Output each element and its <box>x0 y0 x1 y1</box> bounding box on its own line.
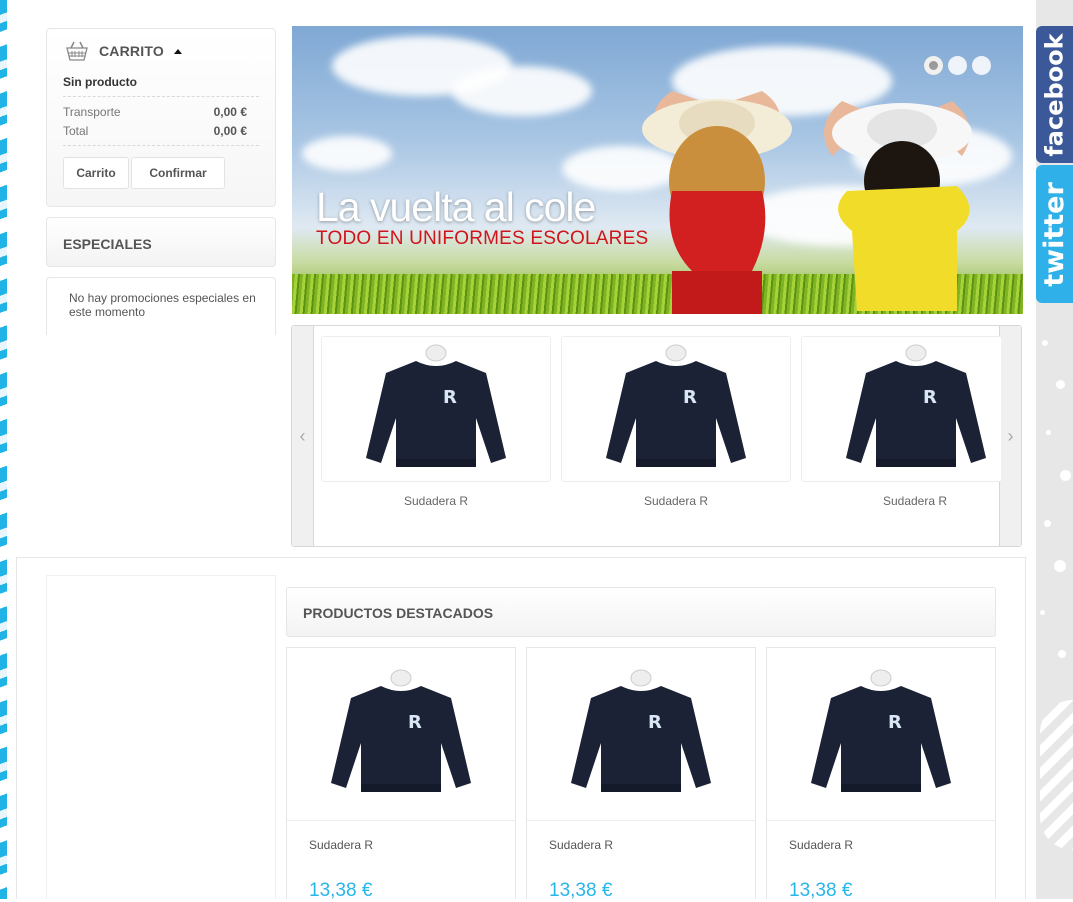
svg-text:R: R <box>408 712 422 733</box>
svg-text:R: R <box>888 712 902 733</box>
specials-body: No hay promociones especiales en este mo… <box>46 277 276 335</box>
twitter-label: twitter <box>1039 181 1071 287</box>
total-label: Total <box>63 124 89 138</box>
decorative-left-border <box>0 0 7 899</box>
shipping-value: 0,00 € <box>213 105 247 119</box>
product-name[interactable]: Sudadera R <box>549 838 613 852</box>
girl-red-shirt-image <box>642 91 792 314</box>
shipping-label: Transporte <box>63 105 121 119</box>
cart-total-row: Total 0,00 € <box>63 124 247 138</box>
carousel-item[interactable]: R Sudadera R <box>801 336 1001 508</box>
product-image[interactable]: R <box>801 336 1001 482</box>
divider <box>63 145 259 146</box>
cart-empty-text: Sin producto <box>63 75 137 89</box>
slider-pagination <box>924 56 991 75</box>
cart-title: CARRITO <box>99 43 164 59</box>
banner-subtitle: TODO EN UNIFORMES ESCOLARES <box>316 228 649 249</box>
carousel-item[interactable]: R Sudadera R <box>321 336 551 508</box>
product-name[interactable]: Sudadera R <box>561 494 791 508</box>
product-image[interactable]: R <box>287 648 515 821</box>
cart-shipping-row: Transporte 0,00 € <box>63 105 247 119</box>
featured-title: PRODUCTOS DESTACADOS <box>303 605 494 621</box>
svg-text:R: R <box>923 387 937 408</box>
chevron-right-icon: › <box>1007 425 1014 446</box>
cart-button[interactable]: Carrito <box>63 157 129 189</box>
sweatshirt-image: R <box>606 344 746 467</box>
banner-title: La vuelta al cole <box>316 184 596 230</box>
specials-header: ESPECIALES <box>46 217 276 267</box>
product-name[interactable]: Sudadera R <box>789 838 853 852</box>
product-image[interactable]: R <box>561 336 791 482</box>
product-carousel: ‹ › R Sudadera R R Sudadera R R Sudadera… <box>291 325 1022 547</box>
sweatshirt-image: R <box>571 669 711 792</box>
slide-dot-3[interactable] <box>972 56 991 75</box>
product-card[interactable]: R Sudadera R 13,38 € <box>766 647 996 901</box>
product-image[interactable]: R <box>321 336 551 482</box>
carousel-item[interactable]: R Sudadera R <box>561 336 791 508</box>
facebook-tab[interactable]: facebook <box>1036 26 1073 163</box>
twitter-tab[interactable]: twitter <box>1036 165 1073 303</box>
slide-dot-1[interactable] <box>924 56 943 75</box>
slide-dot-2[interactable] <box>948 56 967 75</box>
confirm-button[interactable]: Confirmar <box>131 157 225 189</box>
cart-header[interactable]: CARRITO <box>65 39 182 63</box>
cart-block: CARRITO Sin producto Transporte 0,00 € T… <box>46 28 276 207</box>
caret-up-icon[interactable] <box>173 48 182 54</box>
featured-header: PRODUCTOS DESTACADOS <box>286 587 996 637</box>
product-card[interactable]: R Sudadera R 13,38 € <box>526 647 756 901</box>
basket-icon <box>66 41 88 61</box>
girl-yellow-shirt-image <box>824 101 972 311</box>
hero-banner[interactable]: La vuelta al cole TODO EN UNIFORMES ESCO… <box>292 26 1023 314</box>
chevron-left-icon: ‹ <box>299 425 306 446</box>
sweatshirt-image: R <box>331 669 471 792</box>
decorative-stripes <box>1040 700 1073 850</box>
sweatshirt-image: R <box>846 344 986 467</box>
svg-text:R: R <box>648 712 662 733</box>
product-card[interactable]: R Sudadera R 13,38 € <box>286 647 516 901</box>
product-name[interactable]: Sudadera R <box>321 494 551 508</box>
carousel-next-button[interactable]: › <box>999 326 1021 546</box>
divider <box>63 96 259 97</box>
carousel-prev-button[interactable]: ‹ <box>292 326 314 546</box>
product-name[interactable]: Sudadera R <box>801 494 1001 508</box>
facebook-label: facebook <box>1040 32 1069 157</box>
specials-message: No hay promociones especiales en este mo… <box>69 291 256 319</box>
svg-text:R: R <box>683 387 697 408</box>
product-image[interactable]: R <box>767 648 995 821</box>
product-name[interactable]: Sudadera R <box>309 838 373 852</box>
svg-text:R: R <box>443 387 457 408</box>
sweatshirt-image: R <box>366 344 506 467</box>
total-value: 0,00 € <box>213 124 247 138</box>
product-image[interactable]: R <box>527 648 755 821</box>
sweatshirt-image: R <box>811 669 951 792</box>
left-column-placeholder <box>46 575 276 899</box>
specials-title[interactable]: ESPECIALES <box>63 236 152 252</box>
